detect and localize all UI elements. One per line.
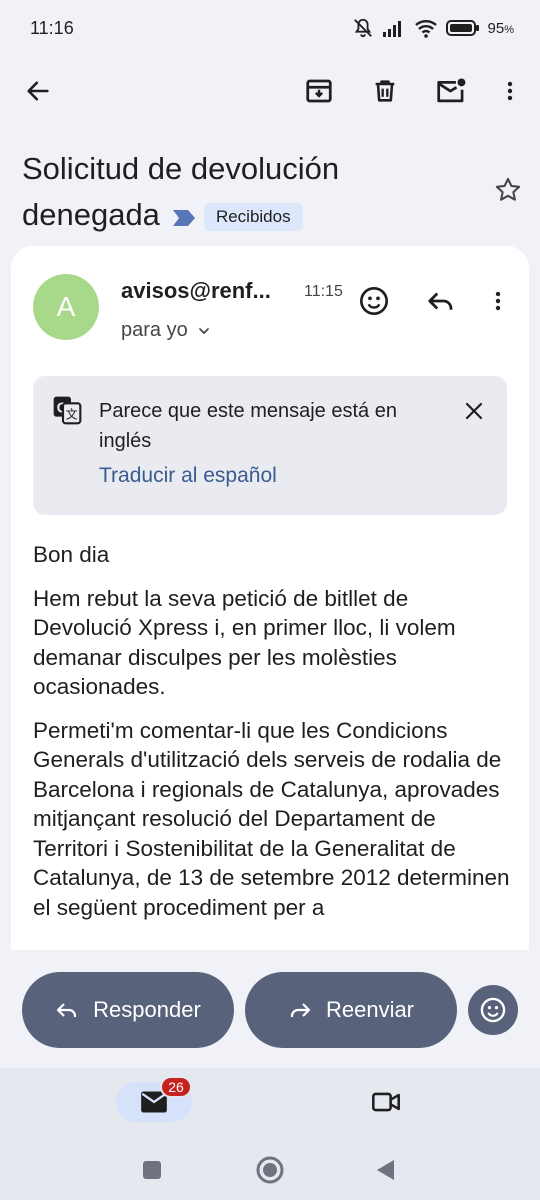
reply-actions: Responder Reenviar xyxy=(0,972,540,1048)
battery-percent: 95% xyxy=(487,19,514,37)
email-toolbar xyxy=(0,64,540,118)
circle-home-icon xyxy=(256,1156,284,1184)
status-time: 11:16 xyxy=(30,17,74,38)
reply-icon xyxy=(57,1003,77,1017)
recents-button[interactable] xyxy=(134,1152,170,1188)
sender-name[interactable]: avisos@renf... xyxy=(121,278,271,304)
status-icons: 95% xyxy=(352,17,514,39)
email-message-card: A avisos@renf... 11:15 para yo G文 Parece… xyxy=(11,246,529,950)
forward-pill-button[interactable]: Reenviar xyxy=(245,972,457,1048)
more-options-button[interactable] xyxy=(485,64,535,118)
translate-message: Parece que este mensaje está en inglés xyxy=(99,400,397,452)
wifi-icon xyxy=(414,18,438,38)
close-icon xyxy=(465,402,483,420)
system-back-button[interactable] xyxy=(368,1152,404,1188)
translate-banner: G文 Parece que este mensaje está en inglé… xyxy=(33,376,507,515)
mail-unread-icon xyxy=(437,78,466,103)
translate-icon: G文 xyxy=(51,394,83,431)
subject-line-1: Solicitud de devolución xyxy=(22,151,340,186)
square-icon xyxy=(143,1161,161,1179)
email-body: Bon dia Hem rebut la seva petició de bit… xyxy=(33,540,513,936)
bottom-navigation: 26 xyxy=(0,1068,540,1200)
subject-line-2: denegada xyxy=(22,197,160,232)
reply-icon xyxy=(428,292,453,310)
forward-label: Reenviar xyxy=(325,997,415,1022)
star-button[interactable] xyxy=(490,172,526,208)
mark-unread-button[interactable] xyxy=(426,64,476,118)
star-icon xyxy=(495,177,521,201)
nav-tab-meet[interactable] xyxy=(348,1082,424,1122)
archive-button[interactable] xyxy=(294,64,344,118)
trash-icon xyxy=(375,80,395,102)
emoji-icon xyxy=(480,997,506,1023)
react-emoji-button[interactable] xyxy=(468,985,518,1035)
more-vertical-icon xyxy=(507,81,513,101)
emoji-icon xyxy=(360,287,388,315)
status-bar: 11:16 95% xyxy=(0,0,540,56)
arrow-back-icon xyxy=(27,81,49,101)
mute-icon xyxy=(352,17,374,39)
reply-button[interactable] xyxy=(421,281,461,321)
body-paragraph-1: Hem rebut la seva petició de bitllet de … xyxy=(33,585,456,700)
email-subject: Solicitud de devolución denegada Recibido… xyxy=(22,146,462,240)
label-chip-inbox[interactable]: Recibidos xyxy=(203,202,303,231)
back-button[interactable] xyxy=(13,64,63,118)
recipient-label: para yo xyxy=(121,319,188,341)
video-camera-icon xyxy=(372,1092,400,1112)
more-vertical-icon xyxy=(495,291,501,311)
reply-label: Responder xyxy=(93,997,201,1022)
triangle-back-icon xyxy=(377,1160,394,1180)
delete-button[interactable] xyxy=(360,64,410,118)
email-time: 11:15 xyxy=(304,283,343,300)
forward-icon xyxy=(290,1003,311,1017)
body-paragraph-2: Permeti'm comentar-li que les Condicions… xyxy=(33,717,510,920)
recipient-details-toggle[interactable]: para yo xyxy=(121,319,212,342)
translate-action-link[interactable]: Traducir al español xyxy=(99,464,277,488)
archive-icon xyxy=(306,79,332,103)
unread-count-badge: 26 xyxy=(160,1076,192,1098)
add-reaction-button[interactable] xyxy=(354,281,394,321)
body-greeting: Bon dia xyxy=(33,542,110,567)
signal-icon xyxy=(382,19,406,37)
translate-close-button[interactable] xyxy=(455,392,493,430)
avatar-letter: A xyxy=(56,291,76,322)
reply-pill-button[interactable]: Responder xyxy=(22,972,234,1048)
avatar[interactable]: A xyxy=(33,274,99,340)
home-button[interactable] xyxy=(252,1152,288,1188)
important-marker-icon xyxy=(172,194,196,240)
svg-text:文: 文 xyxy=(66,407,78,422)
battery-icon xyxy=(445,19,480,37)
message-more-button[interactable] xyxy=(478,281,518,321)
chevron-down-icon xyxy=(198,327,209,334)
